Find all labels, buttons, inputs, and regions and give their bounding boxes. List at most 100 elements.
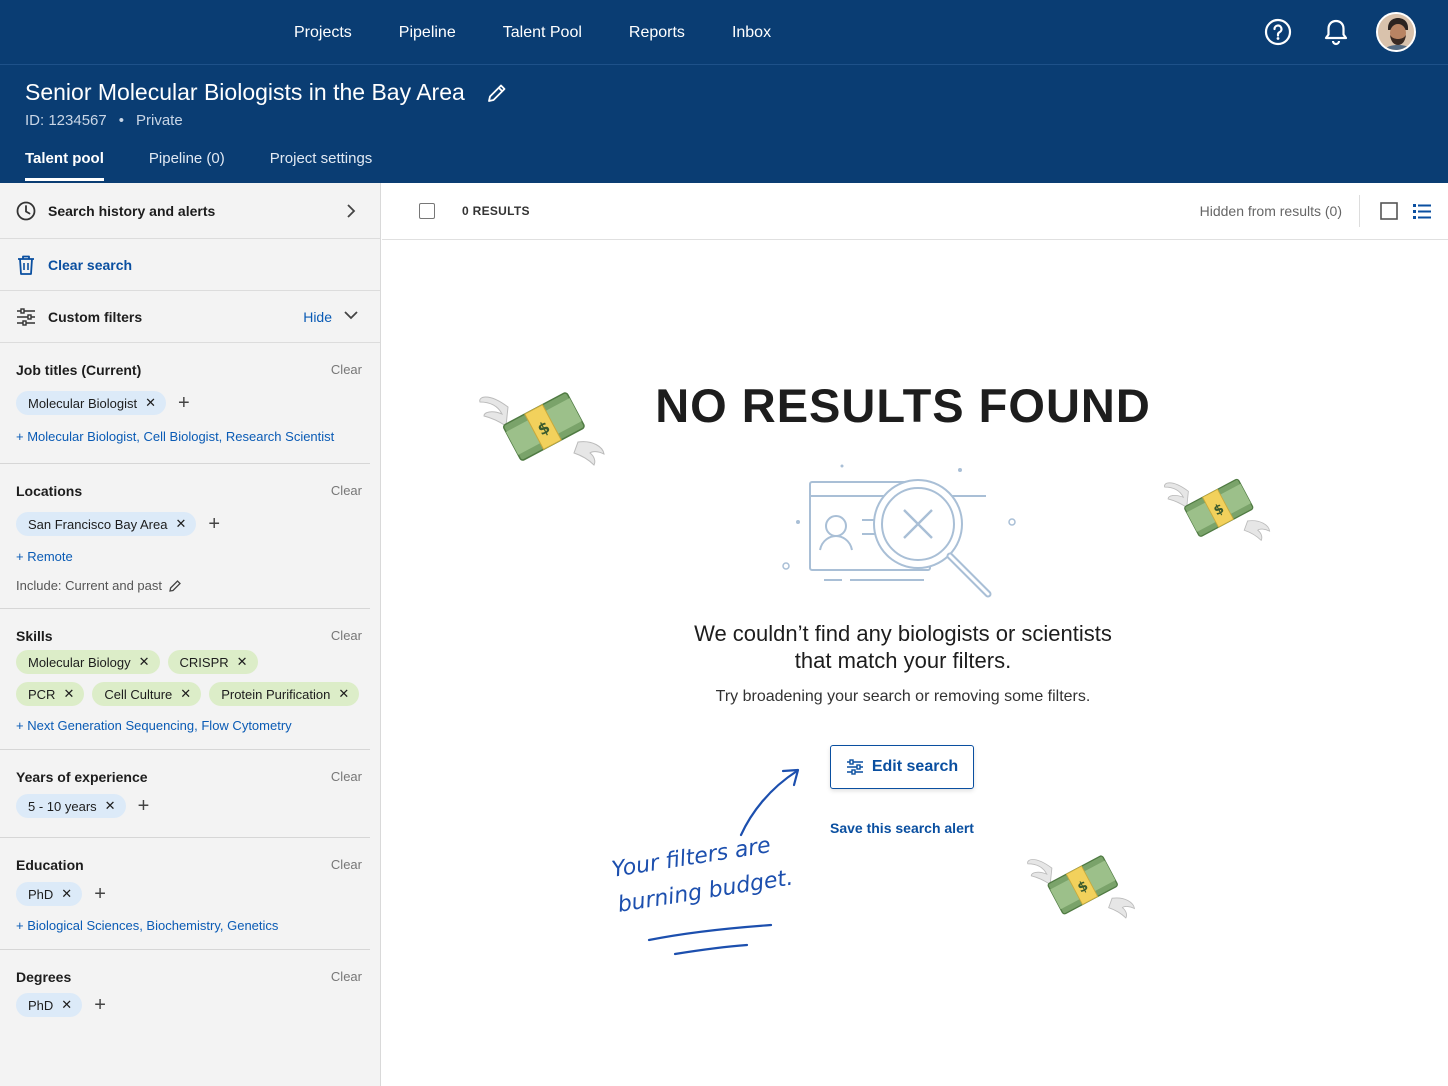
chip-label: Molecular Biology [28, 654, 131, 670]
job-titles-clear[interactable]: Clear [331, 362, 362, 377]
education-heading: Education [16, 857, 84, 873]
project-id: ID: 1234567 [25, 112, 107, 129]
years-section: Years of experience Clear 5 - 10 years ✕ … [0, 751, 370, 838]
nav-pipeline[interactable]: Pipeline [399, 24, 456, 42]
job-titles-chips: Molecular Biologist ✕ + [16, 391, 190, 415]
edit-search-button[interactable]: Edit search [830, 745, 974, 789]
education-clear[interactable]: Clear [331, 857, 362, 872]
nav-projects[interactable]: Projects [294, 24, 352, 42]
add-filter-icon[interactable]: + [94, 884, 106, 904]
remove-chip-icon[interactable]: ✕ [145, 395, 156, 411]
avatar[interactable] [1376, 12, 1416, 52]
nav-tools [1240, 12, 1416, 52]
meta-separator: • [118, 112, 124, 129]
job-titles-suggestions[interactable]: + Molecular Biologist, Cell Biologist, R… [16, 429, 334, 444]
search-history-label: Search history and alerts [48, 202, 216, 219]
filter-chip[interactable]: PhD ✕ [16, 993, 83, 1017]
nav-talent-pool[interactable]: Talent Pool [503, 24, 582, 42]
list-view-icon[interactable] [1412, 202, 1432, 220]
chip-label: CRISPR [179, 654, 229, 670]
locations-include[interactable]: Include: Current and past [16, 578, 182, 593]
custom-filters-label: Custom filters [48, 308, 143, 325]
remove-chip-icon[interactable]: ✕ [338, 686, 349, 702]
save-search-alert-link[interactable]: Save this search alert [830, 820, 974, 836]
results-count: 0 RESULTS [462, 204, 530, 218]
skills-clear[interactable]: Clear [331, 628, 362, 643]
remove-chip-icon[interactable]: ✕ [237, 654, 248, 670]
results-toolbar: 0 RESULTS Hidden from results (0) [382, 183, 1448, 240]
hidden-from-results-link[interactable]: Hidden from results (0) [1200, 203, 1342, 219]
degrees-clear[interactable]: Clear [331, 969, 362, 984]
search-not-found-illustration [782, 464, 1016, 598]
select-all-checkbox[interactable] [419, 203, 435, 219]
chip-label: PhD [28, 997, 54, 1013]
skills-suggestions[interactable]: + Next Generation Sequencing, Flow Cytom… [16, 718, 292, 733]
pencil-icon[interactable] [485, 81, 509, 105]
chip-label: Molecular Biologist [28, 395, 138, 411]
locations-chips: San Francisco Bay Area ✕ + [16, 512, 220, 536]
bell-icon [1324, 19, 1348, 46]
filter-chip[interactable]: PCR ✕ [16, 682, 85, 706]
filter-chip[interactable]: Cell Culture ✕ [92, 682, 202, 706]
include-label: Include: Current and past [16, 578, 162, 593]
underline-annotation-icon [647, 923, 773, 956]
chip-label: PhD [28, 886, 54, 902]
skills-section: Skills Clear Molecular Biology ✕ CRISPR ✕ … [0, 610, 370, 750]
pencil-icon[interactable] [168, 579, 182, 593]
card-view-icon[interactable] [1380, 202, 1398, 220]
sliders-icon [17, 307, 35, 326]
empty-state-title: NO RESULTS FOUND [655, 379, 1151, 432]
help-circle-icon [1264, 18, 1292, 46]
nav-links: Projects Pipeline Talent Pool Reports In… [294, 0, 818, 65]
years-chips: 5 - 10 years ✕ + [16, 794, 149, 818]
add-filter-icon[interactable]: + [208, 514, 220, 534]
remove-chip-icon[interactable]: ✕ [61, 997, 72, 1013]
nav-reports[interactable]: Reports [629, 24, 685, 42]
skills-heading: Skills [16, 628, 53, 644]
job-titles-heading: Job titles (Current) [16, 362, 142, 378]
degrees-chips: PhD ✕ + [16, 993, 106, 1017]
chip-label: Protein Purification [221, 686, 331, 702]
edit-search-label: Edit search [871, 758, 959, 775]
project-title-row: Senior Molecular Biologists in the Bay A… [25, 79, 509, 106]
education-suggestions[interactable]: + Biological Sciences, Biochemistry, Gen… [16, 918, 278, 933]
tab-pipeline[interactable]: Pipeline (0) [149, 150, 225, 183]
filter-chip[interactable]: Protein Purification ✕ [209, 682, 360, 706]
locations-suggestions[interactable]: + Remote [16, 549, 73, 564]
remove-chip-icon[interactable]: ✕ [61, 886, 72, 902]
remove-chip-icon[interactable]: ✕ [175, 516, 186, 532]
notifications-button[interactable] [1316, 12, 1356, 52]
user-photo-icon [1378, 14, 1414, 50]
filter-chip[interactable]: 5 - 10 years ✕ [16, 794, 126, 818]
years-clear[interactable]: Clear [331, 769, 362, 784]
filter-chip[interactable]: Molecular Biologist ✕ [16, 391, 167, 415]
clock-icon [16, 201, 36, 220]
add-filter-icon[interactable]: + [178, 393, 190, 413]
filter-chip[interactable]: Molecular Biology ✕ [16, 650, 160, 674]
remove-chip-icon[interactable]: ✕ [139, 654, 150, 670]
skills-chips-row-1: Molecular Biology ✕ CRISPR ✕ [16, 650, 266, 674]
project-header: Senior Molecular Biologists in the Bay A… [0, 65, 1448, 183]
tab-project-settings[interactable]: Project settings [270, 150, 373, 183]
tab-talent-pool[interactable]: Talent pool [25, 150, 104, 183]
help-button[interactable] [1258, 12, 1298, 52]
project-visibility: Private [136, 112, 183, 129]
empty-state-message: We couldn’t find any biologists or scien… [382, 620, 1424, 674]
remove-chip-icon[interactable]: ✕ [63, 686, 74, 702]
add-filter-icon[interactable]: + [94, 995, 106, 1015]
years-heading: Years of experience [16, 769, 148, 785]
search-history-row[interactable]: Search history and alerts [0, 183, 380, 239]
nav-inbox[interactable]: Inbox [732, 24, 771, 42]
empty-state-hint: Try broadening your search or removing s… [715, 688, 1091, 705]
sliders-icon [846, 759, 863, 775]
add-filter-icon[interactable]: + [138, 796, 150, 816]
remove-chip-icon[interactable]: ✕ [105, 798, 116, 814]
filter-chip[interactable]: San Francisco Bay Area ✕ [16, 512, 197, 536]
filter-chip[interactable]: CRISPR ✕ [167, 650, 258, 674]
filter-chip[interactable]: PhD ✕ [16, 882, 83, 906]
clear-search-button[interactable]: Clear search [0, 239, 380, 291]
chevron-down-icon[interactable] [344, 310, 358, 320]
locations-clear[interactable]: Clear [331, 483, 362, 498]
hide-filters-link[interactable]: Hide [303, 309, 332, 325]
remove-chip-icon[interactable]: ✕ [180, 686, 191, 702]
